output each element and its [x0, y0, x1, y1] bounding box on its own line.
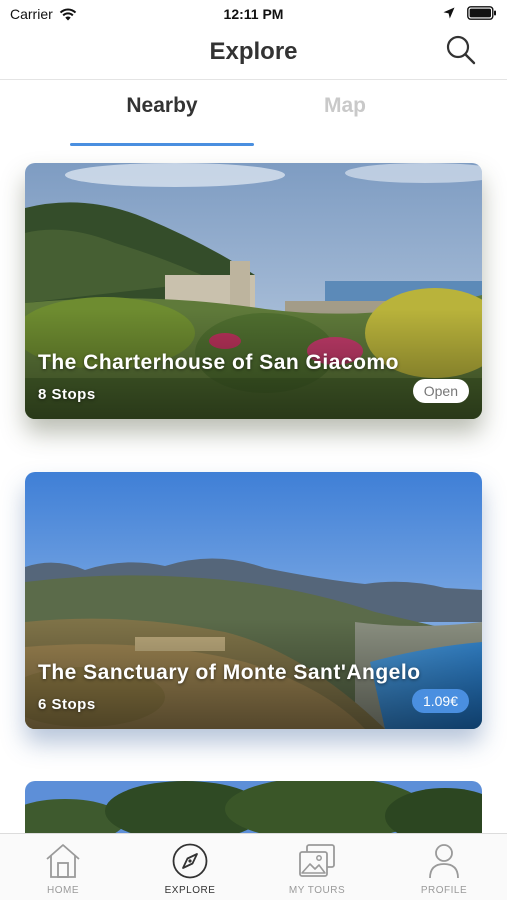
search-icon[interactable] [445, 34, 477, 66]
nav-header: Explore [0, 30, 507, 80]
tab-map[interactable]: Map [253, 94, 437, 118]
bottom-tab-bar: HOME EXPLORE MY TOURS PROFILE [0, 833, 507, 900]
tour-card[interactable]: The Sanctuary of Monte Sant'Angelo 6 Sto… [25, 472, 482, 729]
tab-profile-label: PROFILE [420, 885, 468, 896]
tour-status-badge: Open [412, 379, 469, 403]
tab-explore[interactable]: EXPLORE [127, 834, 253, 900]
tab-my-tours[interactable]: MY TOURS [254, 834, 380, 900]
tour-stops: 6 Stops [38, 696, 96, 713]
tab-explore-label: EXPLORE [164, 885, 216, 896]
tab-profile[interactable]: PROFILE [381, 834, 507, 900]
status-bar: Carrier 12:11 PM [0, 0, 507, 30]
profile-icon [429, 844, 459, 879]
tab-my-tours-label: MY TOURS [288, 885, 346, 896]
tab-home[interactable]: HOME [0, 834, 126, 900]
tour-card[interactable]: The Charterhouse of San Giacomo 8 Stops … [25, 163, 482, 419]
compass-icon [172, 843, 208, 879]
clock: 12:11 PM [223, 6, 284, 22]
tour-title: The Charterhouse of San Giacomo [38, 351, 399, 374]
tour-card[interactable] [25, 781, 482, 841]
home-icon [46, 844, 80, 878]
page-title: Explore [209, 38, 298, 65]
tab-nearby[interactable]: Nearby [70, 94, 254, 118]
tour-image-partial [25, 781, 482, 841]
tab-active-indicator [70, 143, 254, 146]
explore-tabs: Nearby Map [0, 80, 507, 150]
tour-stops: 8 Stops [38, 386, 96, 403]
photos-icon [299, 844, 335, 877]
tour-title: The Sanctuary of Monte Sant'Angelo [38, 661, 421, 684]
battery-icon [467, 6, 496, 20]
location-arrow-icon [443, 7, 455, 19]
tour-price-badge[interactable]: 1.09€ [411, 689, 469, 713]
tab-home-label: HOME [47, 885, 79, 896]
